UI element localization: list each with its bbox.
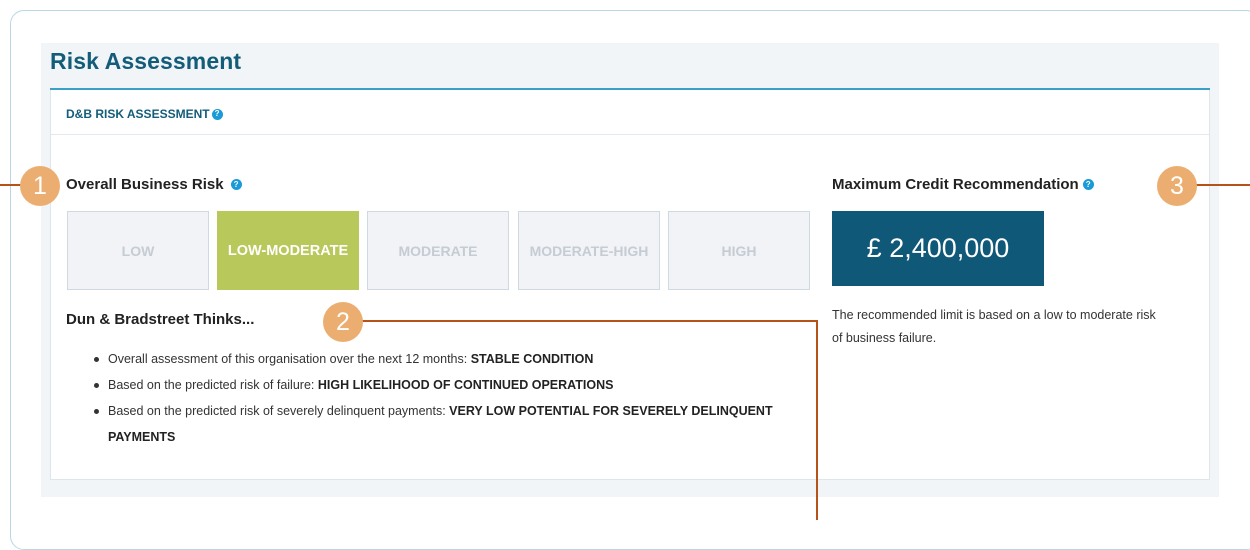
max-credit-label: Maximum Credit Recommendation [832, 176, 1079, 193]
risk-level-low-moderate: LOW-MODERATE [217, 211, 359, 290]
list-item: Based on the predicted risk of severely … [92, 398, 812, 450]
list-item: Overall assessment of this organisation … [92, 346, 812, 372]
max-credit-title: Maximum Credit Recommendation ? [832, 176, 1094, 193]
overall-business-risk-title: Overall Business Risk ? [66, 176, 242, 193]
list-item-text: Based on the predicted risk of severely … [108, 404, 450, 418]
callout-2: 2 [323, 302, 363, 342]
callout-3: 3 [1157, 166, 1197, 206]
list-item: Based on the predicted risk of failure: … [92, 372, 812, 398]
dnb-thinks-list: Overall assessment of this organisation … [92, 346, 812, 450]
callout-1: 1 [20, 166, 60, 206]
section-title: Risk Assessment [50, 48, 242, 74]
list-item-verdict: STABLE CONDITION [470, 352, 594, 366]
help-icon[interactable]: ? [230, 179, 242, 190]
risk-level-high: HIGH [668, 211, 810, 290]
card-header-divider [51, 134, 1209, 135]
callout-3-leader [1194, 184, 1250, 186]
callout-2-leader-horizontal [360, 320, 818, 322]
max-credit-value: £ 2,400,000 [832, 211, 1044, 286]
overall-business-risk-label: Overall Business Risk [66, 176, 224, 193]
list-item-text: Based on the predicted risk of failure: [108, 378, 318, 392]
card-header: D&B RISK ASSESSMENT ? [66, 107, 223, 121]
risk-level-low: LOW [67, 211, 209, 290]
list-item-verdict: HIGH LIKELIHOOD OF CONTINUED OPERATIONS [317, 378, 614, 392]
risk-level-moderate: MODERATE [367, 211, 509, 290]
risk-level-moderate-high: MODERATE-HIGH [518, 211, 660, 290]
max-credit-note: The recommended limit is based on a low … [832, 308, 1156, 345]
dnb-thinks-title: Dun & Bradstreet Thinks... [66, 311, 255, 328]
card-header-label: D&B RISK ASSESSMENT [66, 107, 210, 121]
help-icon[interactable]: ? [211, 108, 223, 120]
help-icon[interactable]: ? [1082, 179, 1094, 190]
callout-2-leader-vertical [816, 320, 818, 520]
list-item-text: Overall assessment of this organisation … [108, 352, 471, 366]
